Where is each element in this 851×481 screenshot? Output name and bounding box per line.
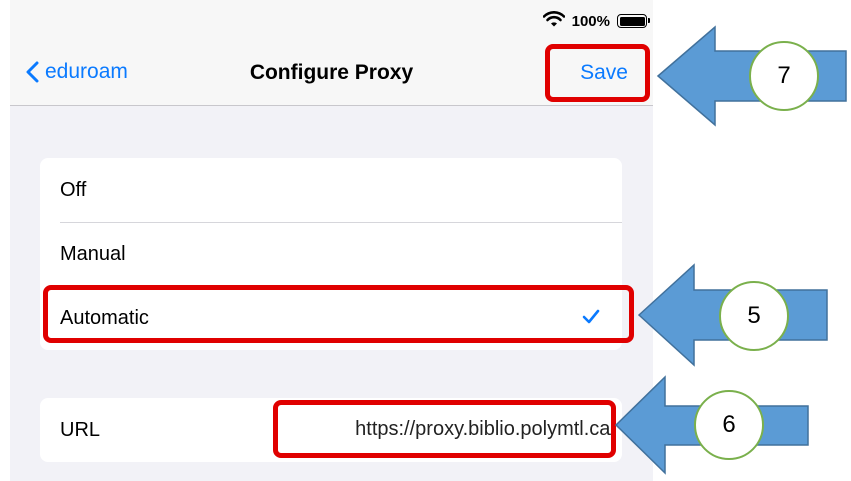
- step-badge-6: 6: [694, 390, 764, 460]
- url-label: URL: [60, 418, 101, 441]
- battery-icon: [617, 14, 650, 28]
- option-off[interactable]: Off: [40, 158, 622, 222]
- option-off-label: Off: [60, 178, 87, 201]
- wifi-icon: [542, 11, 565, 31]
- status-bar: 100%: [10, 0, 653, 44]
- save-highlight-box: [545, 44, 650, 102]
- option-manual-label: Manual: [60, 242, 126, 265]
- battery-level: [619, 16, 645, 26]
- automatic-highlight-box: [43, 285, 634, 343]
- status-indicators: 100%: [542, 11, 650, 31]
- battery-percent: 100%: [571, 12, 610, 30]
- option-manual[interactable]: Manual: [40, 222, 622, 286]
- step-badge-7: 7: [749, 41, 819, 111]
- url-highlight-box: [273, 400, 616, 458]
- step-badge-5: 5: [719, 281, 789, 351]
